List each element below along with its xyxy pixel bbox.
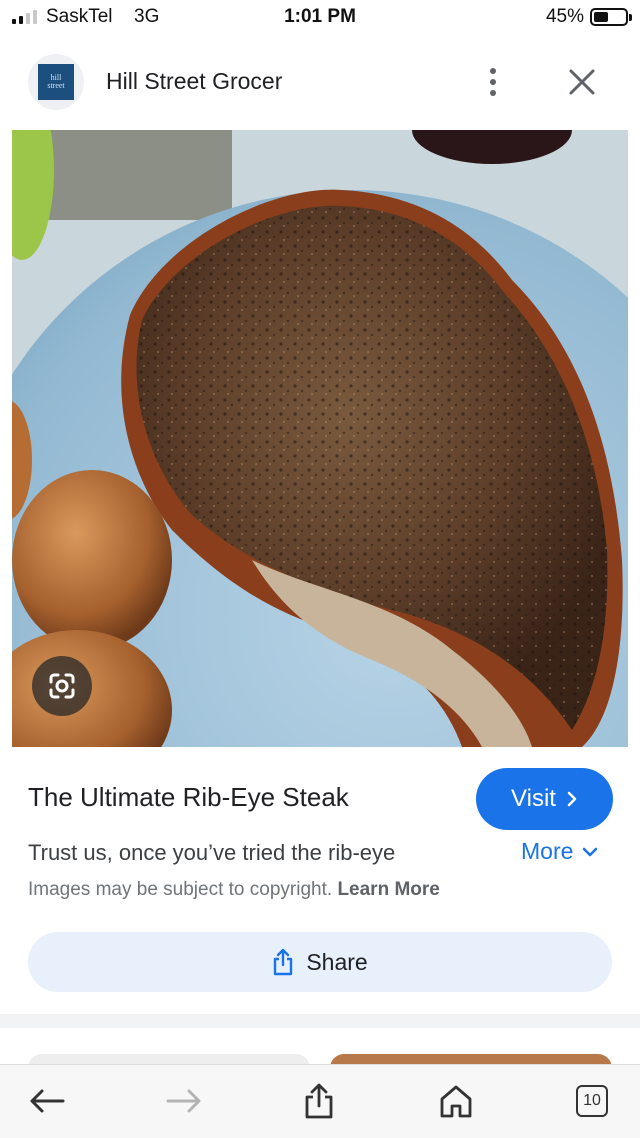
close-icon[interactable] xyxy=(562,64,602,100)
steak-image[interactable] xyxy=(12,130,628,747)
share-icon xyxy=(274,948,293,976)
visit-label: Visit xyxy=(511,785,556,812)
copyright-notice: Images may be subject to copyright. Lear… xyxy=(28,879,440,900)
site-header: hill street Hill Street Grocer xyxy=(0,36,640,128)
battery-icon xyxy=(590,8,632,26)
chevron-down-icon xyxy=(583,847,598,856)
home-icon[interactable] xyxy=(434,1079,478,1123)
share-icon[interactable] xyxy=(297,1079,341,1123)
more-button[interactable]: More xyxy=(521,838,599,865)
google-lens-icon[interactable] xyxy=(32,656,92,716)
site-logo: hill street xyxy=(28,54,84,110)
tabs-icon[interactable]: 10 xyxy=(570,1079,614,1123)
status-time: 1:01 PM xyxy=(284,6,356,27)
battery-percent: 45% xyxy=(545,6,584,27)
result-description: Trust us, once you’ve tried the rib-eye xyxy=(28,840,396,865)
tab-count: 10 xyxy=(576,1085,608,1117)
forward-arrow-icon[interactable] xyxy=(162,1079,206,1123)
section-divider xyxy=(0,1014,640,1028)
share-label: Share xyxy=(306,948,368,975)
visit-button[interactable]: Visit xyxy=(476,768,613,830)
browser-toolbar: 10 xyxy=(0,1064,640,1138)
status-bar: SaskTel 3G 1:01 PM 45% xyxy=(0,0,640,36)
more-label: More xyxy=(521,838,574,864)
more-vert-icon[interactable] xyxy=(478,64,508,100)
result-title[interactable]: The Ultimate Rib-Eye Steak xyxy=(28,782,349,813)
learn-more-link[interactable]: Learn More xyxy=(337,879,439,900)
site-name: Hill Street Grocer xyxy=(106,68,283,94)
share-button[interactable]: Share xyxy=(28,932,612,992)
back-arrow-icon[interactable] xyxy=(25,1079,69,1123)
chevron-right-icon xyxy=(567,791,577,807)
